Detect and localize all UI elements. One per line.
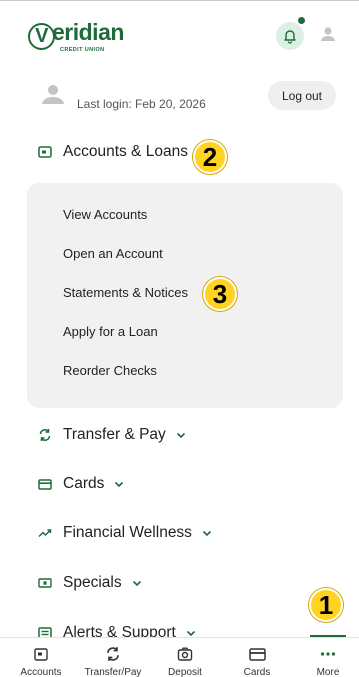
trend-up-icon (36, 524, 54, 542)
submenu-apply-loan[interactable]: Apply for a Loan (63, 324, 158, 339)
logout-button[interactable]: Log out (268, 81, 336, 110)
chevron-down-icon (114, 481, 124, 488)
nav-deposit[interactable]: Deposit (150, 638, 220, 677)
callout-badge-3: 3 (203, 277, 237, 311)
nav-cards-label: Cards (243, 667, 271, 677)
chevron-down-icon (202, 530, 212, 537)
camera-icon (177, 646, 193, 662)
chevron-down-icon (186, 630, 196, 637)
card-icon (248, 646, 266, 662)
last-login-text: Last login: Feb 20, 2026 (77, 97, 206, 111)
logo-name: eridian (52, 19, 124, 45)
veridian-logo[interactable]: Veridian CREDIT UNION (28, 20, 124, 53)
nav-deposit-label: Deposit (168, 667, 202, 677)
chevron-down-icon (176, 432, 186, 439)
menu-accounts-loans[interactable]: Accounts & Loans (36, 143, 188, 161)
submenu-reorder-checks[interactable]: Reorder Checks (63, 363, 157, 378)
bottom-nav: Accounts Transfer/Pay Deposit Cards More (0, 637, 359, 677)
nav-cards[interactable]: Cards (222, 638, 292, 677)
nav-accounts[interactable]: Accounts (6, 638, 76, 677)
profile-button[interactable] (319, 25, 337, 48)
menu-accounts-label: Accounts & Loans (63, 143, 188, 160)
callout-badge-1: 1 (309, 588, 343, 622)
submenu-statements-notices[interactable]: Statements & Notices (63, 285, 188, 300)
menu-specials[interactable]: Specials (36, 574, 142, 592)
logo-initial: V (28, 23, 55, 50)
submenu-open-account[interactable]: Open an Account (63, 246, 163, 261)
nav-transfer-pay[interactable]: Transfer/Pay (78, 638, 148, 677)
nav-more[interactable]: More (293, 638, 359, 677)
chevron-down-icon (132, 580, 142, 587)
nav-accounts-label: Accounts (20, 667, 62, 677)
menu-wellness-label: Financial Wellness (63, 524, 192, 541)
transfer-icon (36, 426, 54, 444)
transfer-icon (105, 646, 121, 662)
dollar-bill-icon (36, 574, 54, 592)
menu-transfer-label: Transfer & Pay (63, 426, 166, 443)
more-dots-icon (320, 646, 336, 662)
nav-more-label: More (316, 667, 340, 677)
menu-cards[interactable]: Cards (36, 475, 124, 493)
account-card-icon (36, 143, 54, 161)
submenu-view-accounts[interactable]: View Accounts (63, 207, 147, 222)
notification-dot (298, 17, 305, 24)
menu-cards-label: Cards (63, 475, 105, 492)
bell-icon (284, 30, 296, 44)
avatar (40, 83, 66, 110)
notifications-button[interactable] (276, 22, 304, 50)
nav-transfer-label: Transfer/Pay (84, 667, 142, 677)
accounts-icon (34, 646, 48, 662)
callout-badge-2: 2 (193, 140, 227, 174)
menu-specials-label: Specials (63, 574, 122, 591)
user-icon (321, 27, 335, 41)
top-border (0, 0, 359, 1)
card-icon (36, 475, 54, 493)
menu-financial-wellness[interactable]: Financial Wellness (36, 524, 212, 542)
menu-transfer-pay[interactable]: Transfer & Pay (36, 426, 186, 444)
avatar-icon (42, 85, 64, 104)
accounts-submenu: View Accounts Open an Account Statements… (27, 183, 343, 408)
